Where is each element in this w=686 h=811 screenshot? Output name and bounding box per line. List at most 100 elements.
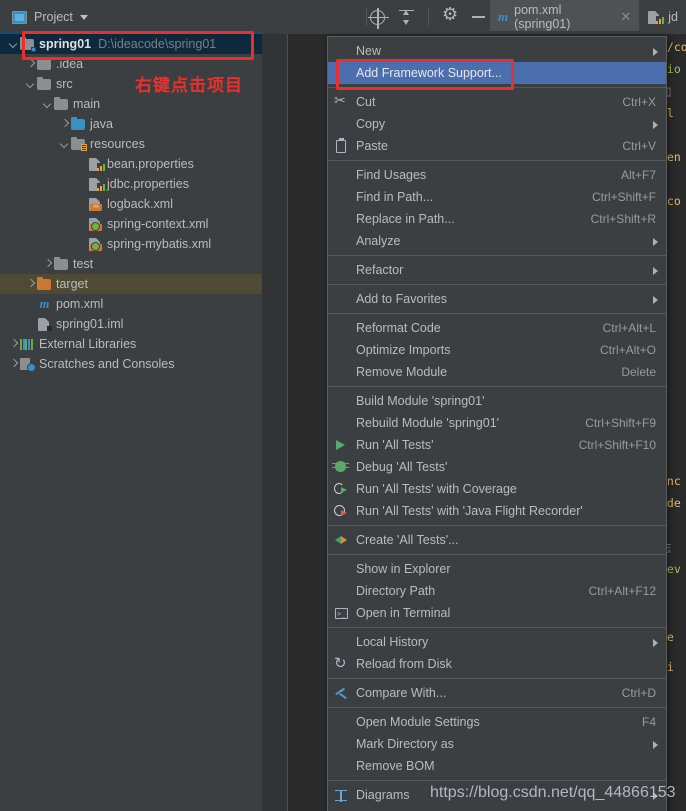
menu-item-analyze[interactable]: Analyze	[328, 230, 666, 252]
tree-node-logback-xml[interactable]: <> logback.xml	[0, 194, 262, 214]
menu-item-create-all-tests[interactable]: Create 'All Tests'...	[328, 529, 666, 551]
menu-item-label: Find Usages	[356, 168, 427, 182]
tree-node-external-libraries[interactable]: External Libraries	[0, 334, 262, 354]
tree-twisty-right-icon[interactable]	[25, 58, 37, 70]
tree-node-main[interactable]: main	[0, 94, 262, 114]
menu-item-shortcut: Ctrl+Shift+R	[590, 212, 656, 226]
menu-item-compare-with[interactable]: Compare With... Ctrl+D	[328, 682, 666, 704]
project-tool-window-header[interactable]: Project	[0, 0, 262, 34]
editor-tab-label: jd	[668, 10, 678, 24]
tree-node-label: spring01.iml	[56, 317, 124, 331]
tree-twisty-spacer	[76, 198, 88, 210]
tree-node-java[interactable]: java	[0, 114, 262, 134]
menu-item-label: Open in Terminal	[356, 606, 451, 620]
editor-tab-pom-xml[interactable]: m pom.xml (spring01) ✕	[490, 0, 640, 34]
tree-twisty-spacer	[76, 178, 88, 190]
menu-item-new[interactable]: New	[328, 40, 666, 62]
folder-excluded-icon	[37, 276, 52, 291]
tree-node-label: target	[56, 277, 88, 291]
tree-node-pom-xml[interactable]: m pom.xml	[0, 294, 262, 314]
menu-item-open-in-terminal[interactable]: >_ Open in Terminal	[328, 602, 666, 624]
tree-node-resources[interactable]: resources	[0, 134, 262, 154]
tree-node-label: main	[73, 97, 101, 111]
tree-node-scratches-and-consoles[interactable]: Scratches and Consoles	[0, 354, 262, 374]
tree-twisty-right-icon[interactable]	[8, 358, 20, 370]
menu-item-local-history[interactable]: Local History	[328, 631, 666, 653]
reload-icon	[334, 654, 349, 672]
tree-twisty-down-icon[interactable]	[25, 78, 37, 90]
folder-gray-icon	[54, 256, 69, 271]
locate-icon[interactable]	[368, 7, 389, 29]
menu-item-add-to-favorites[interactable]: Add to Favorites	[328, 288, 666, 310]
hide-icon[interactable]	[472, 16, 485, 18]
menu-item-run-all-tests[interactable]: Run 'All Tests' Ctrl+Shift+F10	[328, 434, 666, 456]
submenu-arrow-icon	[653, 238, 658, 246]
tree-node-spring01-iml[interactable]: spring01.iml	[0, 314, 262, 334]
editor-tab-jdbc[interactable]: jd	[639, 0, 686, 34]
tree-twisty-right-icon[interactable]	[59, 118, 71, 130]
close-icon[interactable]: ✕	[620, 9, 631, 25]
tree-node-target[interactable]: target	[0, 274, 262, 294]
tree-twisty-spacer	[25, 298, 37, 310]
menu-item-reload-from-disk[interactable]: Reload from Disk	[328, 653, 666, 675]
menu-item-add-framework-support[interactable]: Add Framework Support...	[328, 62, 666, 84]
menu-item-cut[interactable]: Cut Ctrl+X	[328, 91, 666, 113]
menu-item-debug-all-tests[interactable]: Debug 'All Tests'	[328, 456, 666, 478]
menu-item-reformat-code[interactable]: Reformat Code Ctrl+Alt+L	[328, 317, 666, 339]
menu-item-label: Directory Path	[356, 584, 436, 598]
tree-node-label: jdbc.properties	[107, 177, 189, 191]
menu-item-copy[interactable]: Copy	[328, 113, 666, 135]
menu-item-paste[interactable]: Paste Ctrl+V	[328, 135, 666, 157]
menu-item-show-in-explorer[interactable]: Show in Explorer	[328, 558, 666, 580]
menu-item-mark-directory-as[interactable]: Mark Directory as	[328, 733, 666, 755]
tree-node-spring-mybatis-xml[interactable]: spring-mybatis.xml	[0, 234, 262, 254]
menu-item-open-module-settings[interactable]: Open Module Settings F4	[328, 711, 666, 733]
menu-item-run-all-tests-with-coverage[interactable]: Run 'All Tests' with Coverage	[328, 478, 666, 500]
menu-item-shortcut: Ctrl+V	[622, 139, 656, 153]
menu-item-run-all-tests-with-java-flight-recorder[interactable]: Run 'All Tests' with 'Java Flight Record…	[328, 500, 666, 522]
context-menu[interactable]: New Add Framework Support... Cut Ctrl+X Copy…	[327, 36, 667, 811]
tree-node-bean-properties[interactable]: bean.properties	[0, 154, 262, 174]
menu-item-label: Build Module 'spring01'	[356, 394, 485, 408]
folder-gray-icon	[37, 56, 52, 71]
menu-item-refactor[interactable]: Refactor	[328, 259, 666, 281]
tree-node-jdbc-properties[interactable]: jdbc.properties	[0, 174, 262, 194]
menu-item-label: Run 'All Tests'	[356, 438, 434, 452]
tree-node-spring01[interactable]: spring01 D:\ideacode\spring01	[0, 34, 262, 54]
tree-twisty-right-icon[interactable]	[25, 278, 37, 290]
menu-separator	[328, 678, 666, 679]
submenu-arrow-icon	[653, 48, 658, 56]
menu-separator	[328, 284, 666, 285]
terminal-icon: >_	[334, 606, 349, 621]
settings-gear-icon[interactable]	[442, 5, 458, 25]
properties-file-icon	[88, 157, 105, 171]
tree-twisty-down-icon[interactable]	[59, 138, 71, 150]
tree-twisty-right-icon[interactable]	[8, 338, 20, 350]
menu-item-label: Run 'All Tests' with 'Java Flight Record…	[356, 504, 583, 518]
menu-item-rebuild-module-spring01[interactable]: Rebuild Module 'spring01' Ctrl+Shift+F9	[328, 412, 666, 434]
menu-item-create-gist[interactable]: Create Gist...	[328, 806, 666, 811]
menu-item-directory-path[interactable]: Directory Path Ctrl+Alt+F12	[328, 580, 666, 602]
menu-separator	[328, 627, 666, 628]
menu-item-build-module-spring01[interactable]: Build Module 'spring01'	[328, 390, 666, 412]
chevron-down-icon[interactable]	[79, 14, 88, 20]
tree-twisty-right-icon[interactable]	[42, 258, 54, 270]
menu-item-find-usages[interactable]: Find Usages Alt+F7	[328, 164, 666, 186]
menu-item-label: Copy	[356, 117, 386, 131]
menu-item-optimize-imports[interactable]: Optimize Imports Ctrl+Alt+O	[328, 339, 666, 361]
menu-item-shortcut: Ctrl+Shift+F9	[585, 416, 656, 430]
folder-gray-icon	[54, 96, 69, 111]
maven-file-icon: m	[498, 9, 509, 24]
tree-node-test[interactable]: test	[0, 254, 262, 274]
tree-twisty-down-icon[interactable]	[42, 98, 54, 110]
menu-item-replace-in-path[interactable]: Replace in Path... Ctrl+Shift+R	[328, 208, 666, 230]
menu-item-remove-bom[interactable]: Remove BOM	[328, 755, 666, 777]
tree-node-spring-context-xml[interactable]: spring-context.xml	[0, 214, 262, 234]
menu-item-find-in-path[interactable]: Find in Path... Ctrl+Shift+F	[328, 186, 666, 208]
tree-twisty-down-icon[interactable]	[8, 38, 20, 50]
menu-item-shortcut: Ctrl+X	[622, 95, 656, 109]
menu-item-remove-module[interactable]: Remove Module Delete	[328, 361, 666, 383]
project-tree[interactable]: spring01 D:\ideacode\spring01 .idea src main…	[0, 34, 262, 811]
menu-item-shortcut: Ctrl+Shift+F10	[578, 438, 656, 452]
collapse-all-icon[interactable]	[399, 9, 414, 25]
